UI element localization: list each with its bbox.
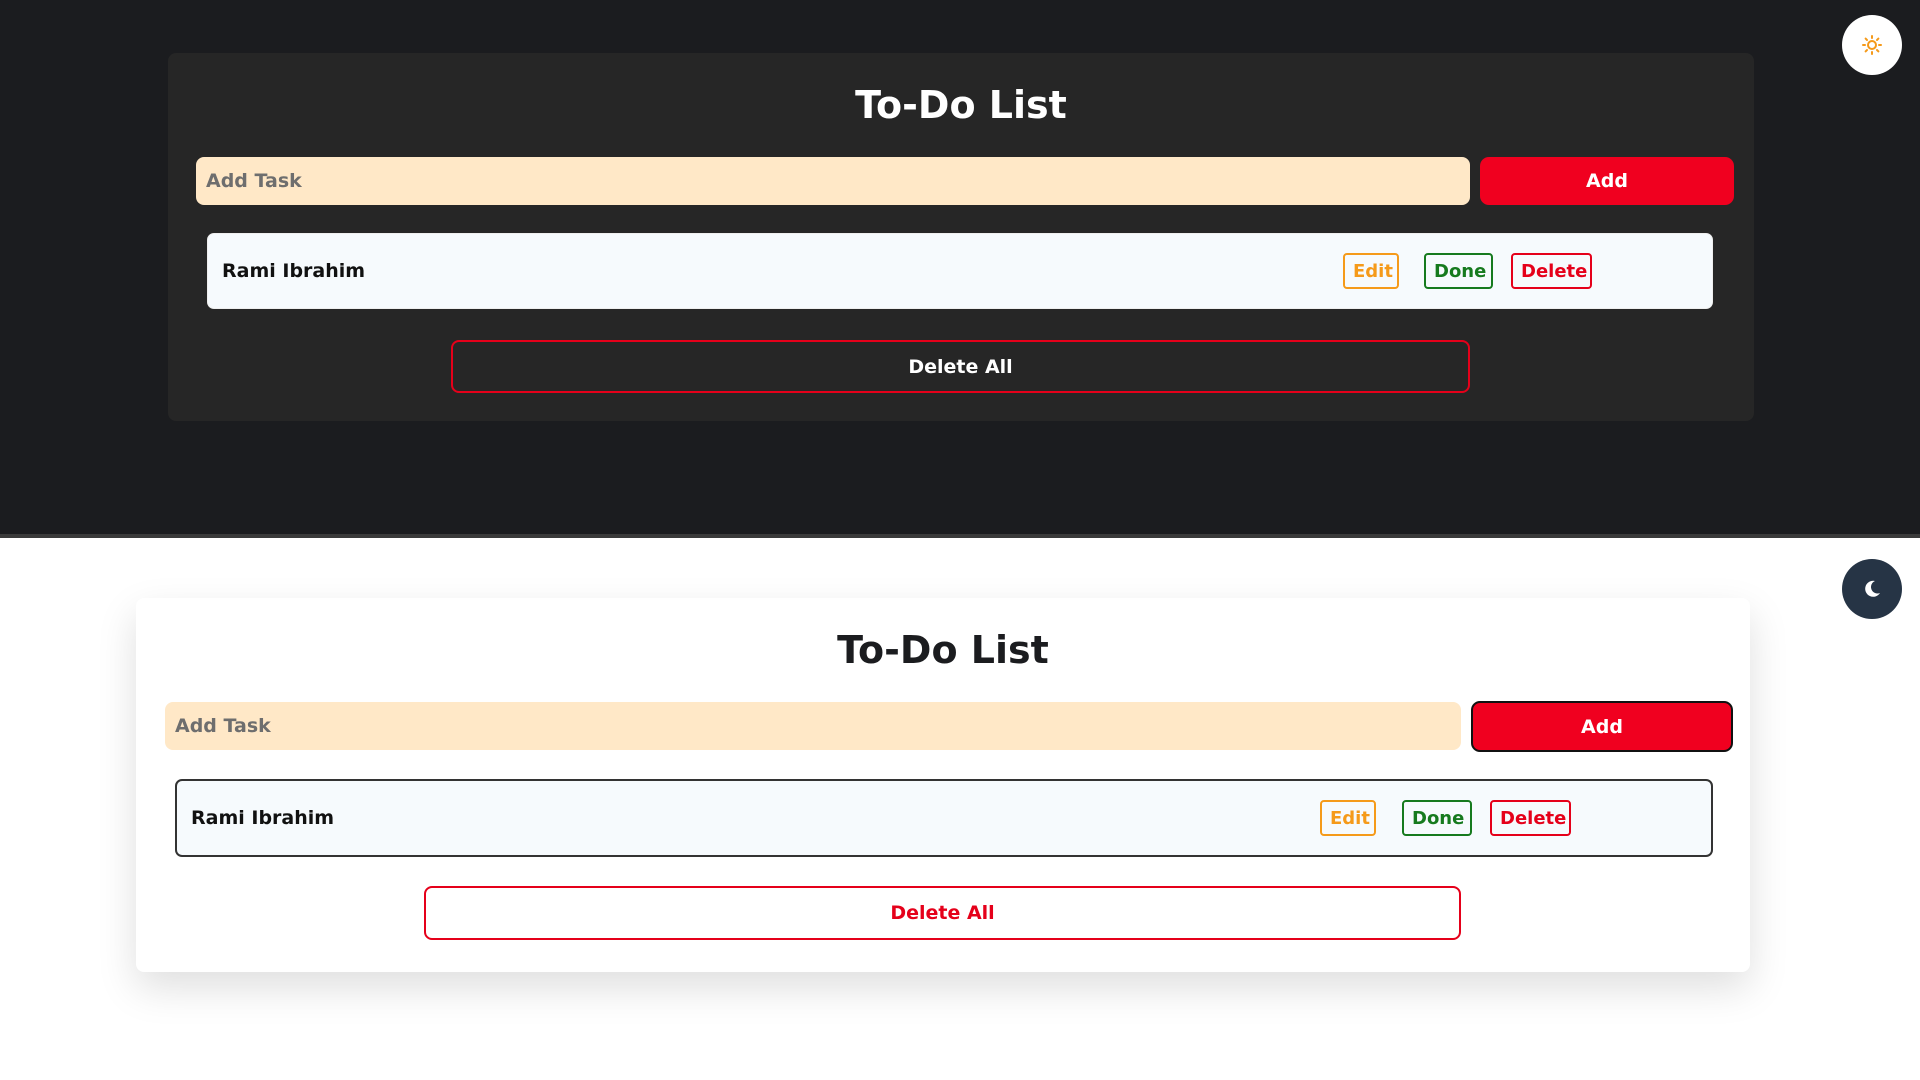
edit-button[interactable]: Edit [1320, 800, 1376, 836]
theme-toggle-button[interactable] [1842, 15, 1902, 75]
done-button[interactable]: Done [1424, 253, 1493, 289]
add-task-input[interactable] [165, 702, 1461, 750]
moon-icon [1865, 580, 1880, 597]
add-button[interactable]: Add [1471, 701, 1733, 752]
sun-icon [1862, 35, 1882, 55]
page-title: To-Do List [855, 83, 1067, 127]
delete-all-button[interactable]: Delete All [424, 886, 1461, 940]
todo-card: To-Do List Add Rami Ibrahim Edit Done De… [168, 53, 1754, 421]
task-item: Rami Ibrahim Edit Done Delete [207, 233, 1713, 309]
task-item: Rami Ibrahim Edit Done Delete [175, 779, 1713, 857]
todo-card: To-Do List Add Rami Ibrahim Edit Done De… [136, 598, 1750, 972]
task-text: Rami Ibrahim [191, 807, 335, 829]
dark-theme-view: To-Do List Add Rami Ibrahim Edit Done De… [0, 0, 1920, 534]
page-title: To-Do List [837, 628, 1049, 672]
task-text: Rami Ibrahim [222, 260, 366, 282]
edit-button[interactable]: Edit [1343, 253, 1399, 289]
add-button[interactable]: Add [1480, 157, 1734, 205]
delete-button[interactable]: Delete [1490, 800, 1571, 836]
delete-button[interactable]: Delete [1511, 253, 1592, 289]
delete-all-button[interactable]: Delete All [451, 340, 1470, 393]
done-button[interactable]: Done [1402, 800, 1472, 836]
theme-toggle-button[interactable] [1842, 559, 1902, 619]
add-task-input[interactable] [196, 157, 1470, 205]
light-theme-view: To-Do List Add Rami Ibrahim Edit Done De… [0, 538, 1920, 1080]
